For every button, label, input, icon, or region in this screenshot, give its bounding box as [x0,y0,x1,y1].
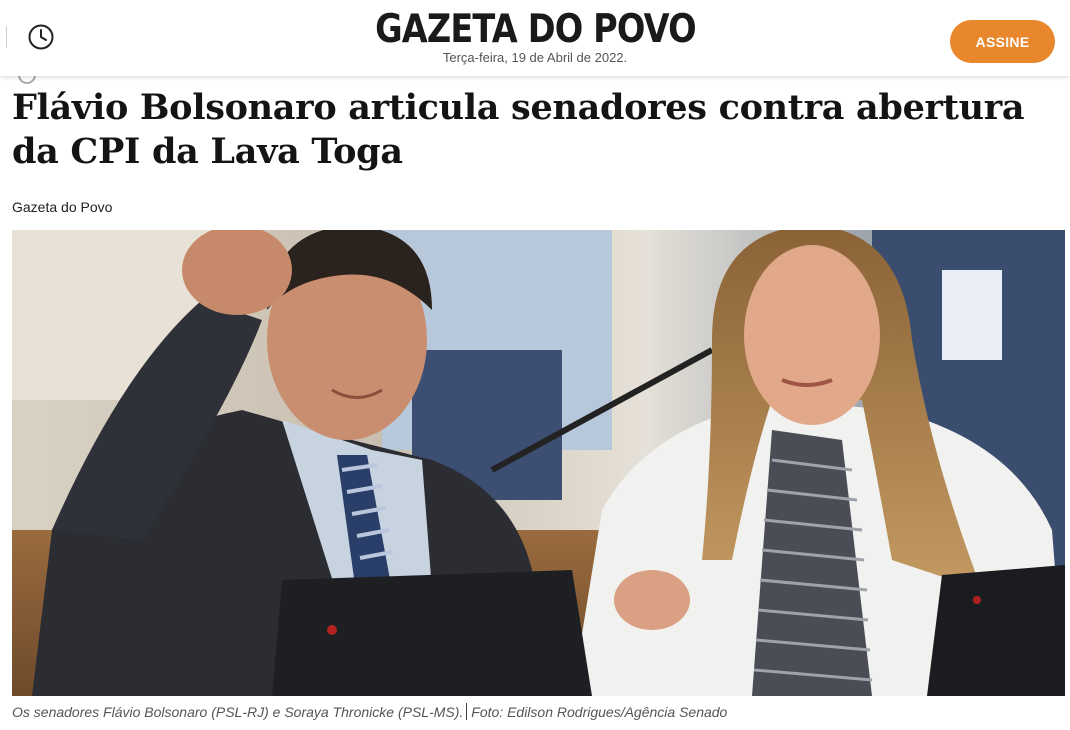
brand: GAZETA DO POVO Terça-feira, 19 de Abril … [0,8,1070,66]
article-headline: Flávio Bolsonaro articula senadores cont… [12,87,1025,172]
photo-credit: Foto: Edilson Rodrigues/Agência Senado [471,704,728,720]
caption-text: Os senadores Flávio Bolsonaro (PSL-RJ) e… [12,704,464,720]
top-bar: GAZETA DO POVO Terça-feira, 19 de Abril … [0,0,1070,76]
subscribe-button[interactable]: ASSINE [950,20,1055,63]
senators-photo-illustration [12,230,1065,696]
caption-separator [466,703,468,720]
photo-caption: Os senadores Flávio Bolsonaro (PSL-RJ) e… [12,703,727,720]
article-byline[interactable]: Gazeta do Povo [12,199,112,215]
site-logo[interactable]: GAZETA DO POVO [375,8,697,52]
article-photo [12,230,1065,696]
current-date: Terça-feira, 19 de Abril de 2022. [442,50,628,65]
